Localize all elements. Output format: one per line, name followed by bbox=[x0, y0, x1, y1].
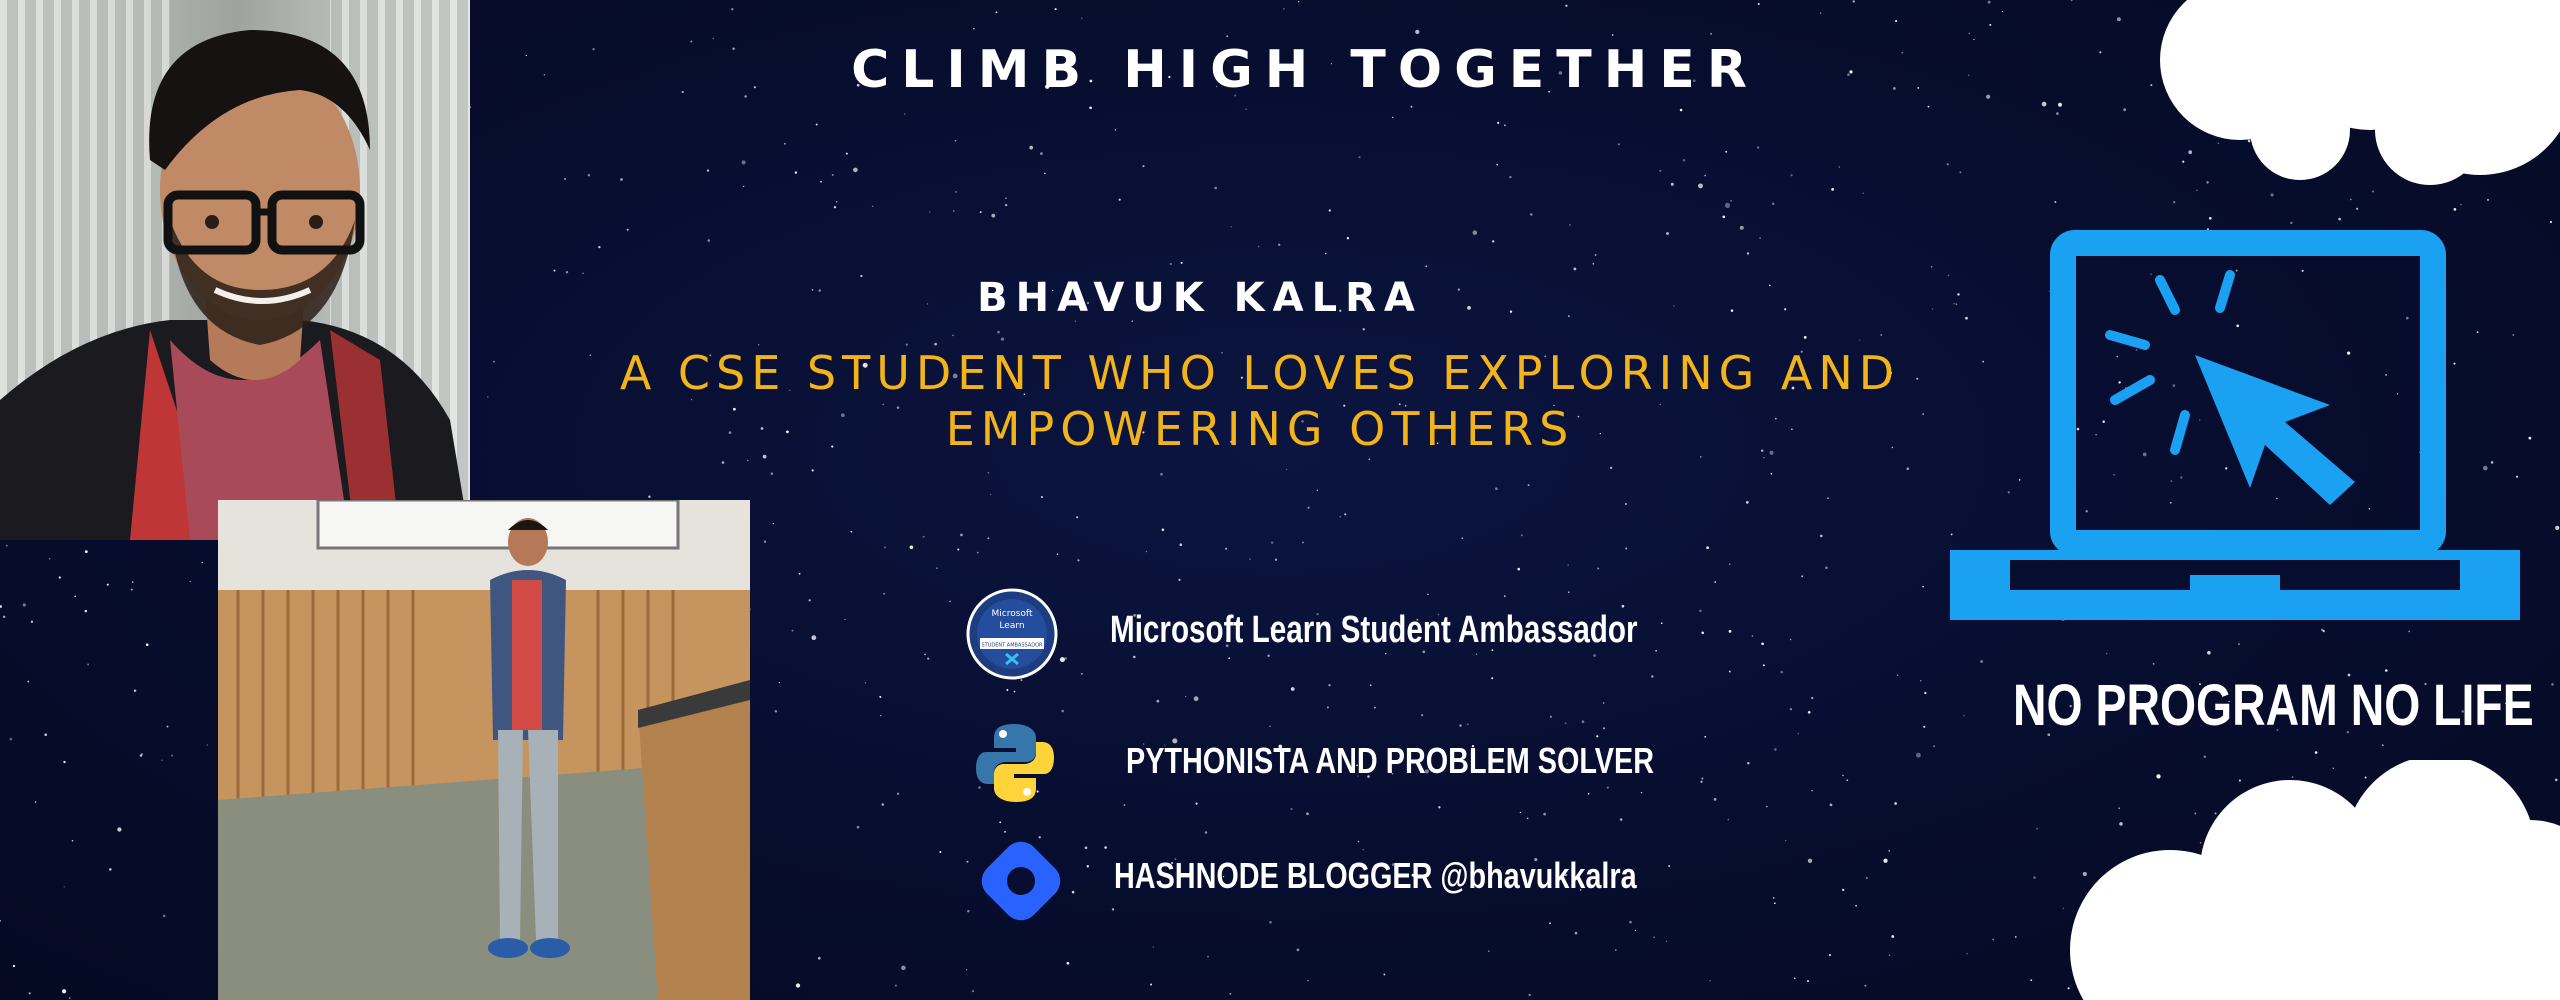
profile-stage-photo bbox=[218, 500, 750, 1000]
badge-icon-text-bottom: STUDENT AMBASSADOR bbox=[982, 643, 1044, 649]
tagline: A CSE STUDENT WHO LOVES EXPLORING AND EM… bbox=[560, 345, 1960, 457]
badge-label-python: PYTHONISTA AND PROBLEM SOLVER bbox=[1126, 740, 1655, 781]
badge-icon-text-top: Microsoft bbox=[992, 609, 1033, 619]
cloud-bottom-right bbox=[2070, 760, 2560, 1000]
tagline-line-1: A CSE STUDENT WHO LOVES EXPLORING AND bbox=[619, 346, 1901, 400]
laptop-click-icon bbox=[1950, 230, 2520, 620]
badge-label-microsoft: Microsoft Learn Student Ambassador bbox=[1110, 609, 1638, 651]
badge-icon-text-mid: Learn bbox=[999, 621, 1024, 631]
python-logo-icon bbox=[976, 724, 1054, 802]
motto-text: NO PROGRAM NO LIFE bbox=[2013, 673, 2534, 738]
profile-selfie-photo bbox=[0, 0, 470, 540]
person-name: BHAVUK KALRA bbox=[977, 275, 1423, 321]
tagline-line-2: EMPOWERING OTHERS bbox=[945, 402, 1575, 456]
banner-title: CLIMB HIGH TOGETHER bbox=[851, 40, 1759, 100]
microsoft-learn-ambassador-icon: Microsoft Learn STUDENT AMBASSADOR bbox=[966, 588, 1058, 680]
hashnode-logo-icon bbox=[981, 841, 1061, 921]
badge-label-hashnode: HASHNODE BLOGGER @bhavukkalra bbox=[1114, 855, 1637, 896]
cloud-top-right bbox=[2160, 0, 2560, 185]
